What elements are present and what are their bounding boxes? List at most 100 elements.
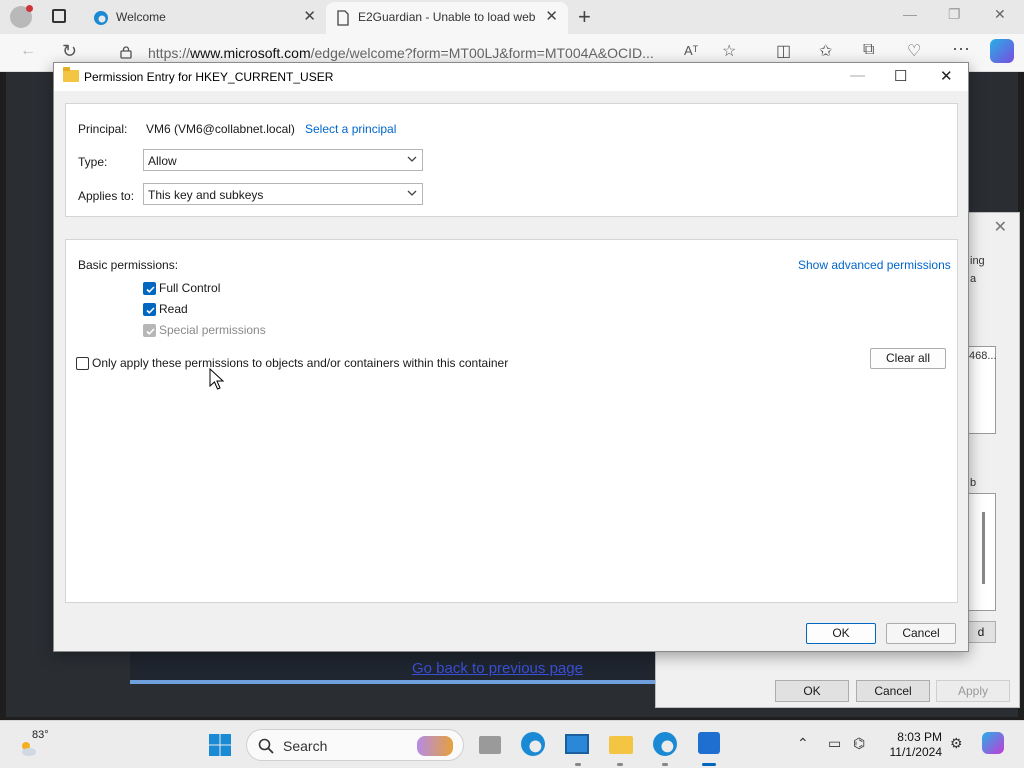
minimize-icon[interactable]: — [850, 67, 865, 84]
edge-taskbar-icon[interactable] [521, 732, 545, 756]
applies-to-value: This key and subkeys [148, 188, 264, 202]
cancel-button[interactable]: Cancel [886, 623, 956, 644]
ok-button[interactable]: OK [775, 680, 849, 702]
permissions-list[interactable] [966, 493, 996, 611]
applies-to-dropdown[interactable]: This key and subkeys [143, 183, 423, 205]
close-window-button[interactable]: ✕ [994, 6, 1006, 23]
performance-icon[interactable]: ♡ [907, 41, 921, 61]
special-permissions-checkbox [143, 324, 156, 337]
advanced-button[interactable]: d [966, 621, 996, 643]
tab-e2guardian[interactable]: E2Guardian - Unable to load web ✕ [326, 2, 568, 34]
close-icon[interactable]: ✕ [940, 67, 953, 85]
tab-title: Welcome [116, 10, 166, 24]
column-fragment: ing [970, 255, 985, 267]
go-back-link[interactable]: Go back to previous page [412, 660, 583, 677]
read-checkbox[interactable] [143, 303, 156, 316]
read-label: Read [159, 302, 188, 316]
tab-title: E2Guardian - Unable to load web [358, 10, 536, 24]
copilot-icon[interactable] [990, 39, 1014, 63]
profile-avatar[interactable] [10, 5, 33, 28]
checkmark-icon [146, 307, 155, 314]
cancel-button[interactable]: Cancel [856, 680, 930, 702]
active-indicator [702, 763, 716, 766]
read-aloud-icon[interactable]: Aᵀ [684, 43, 698, 58]
network-icon[interactable]: ⌬ [853, 735, 865, 752]
full-control-label: Full Control [159, 281, 221, 295]
folder-icon [63, 67, 79, 82]
favorites-icon[interactable]: ✩ [819, 41, 832, 61]
ok-button[interactable]: OK [806, 623, 876, 644]
running-indicator [575, 763, 581, 766]
page-icon [337, 10, 349, 26]
clock[interactable]: 8:03 PM 11/1/2024 [882, 730, 943, 760]
column-fragment: a [970, 273, 977, 285]
new-tab-button[interactable]: + [578, 4, 591, 30]
running-indicator [617, 763, 623, 766]
chevron-up-icon[interactable]: ⌃ [797, 735, 809, 752]
running-indicator [662, 763, 668, 766]
taskbar-search[interactable]: Search [246, 729, 464, 761]
mouse-cursor-icon [209, 368, 225, 390]
close-tab-icon[interactable]: ✕ [303, 2, 316, 32]
maximize-icon[interactable]: ☐ [894, 67, 907, 85]
chevron-down-icon [407, 156, 417, 162]
select-principal-link[interactable]: Select a principal [305, 122, 396, 136]
temperature: 83° [32, 729, 49, 741]
favorite-star-icon[interactable]: ☆ [722, 41, 736, 61]
applies-to-label: Applies to: [78, 189, 135, 203]
page-progress-bar [130, 680, 655, 684]
display-icon[interactable]: ▭ [828, 735, 841, 752]
show-advanced-permissions-link[interactable]: Show advanced permissions [798, 258, 951, 272]
special-permissions-label: Special permissions [159, 323, 266, 337]
principal-panel: Principal: VM6 (VM6@collabnet.local) Sel… [65, 103, 958, 217]
task-view-icon[interactable] [479, 736, 501, 754]
checkmark-icon [146, 328, 155, 335]
split-screen-icon[interactable]: ◫ [776, 41, 791, 61]
registry-editor-icon[interactable] [698, 732, 720, 754]
only-apply-checkbox[interactable] [76, 357, 89, 370]
basic-permissions-label: Basic permissions: [78, 258, 179, 272]
permission-entry-dialog: Permission Entry for HKEY_CURRENT_USER —… [53, 62, 969, 652]
principal-label: Principal: [78, 122, 128, 136]
type-dropdown[interactable]: Allow [143, 149, 423, 171]
full-control-checkbox[interactable] [143, 282, 156, 295]
list-box[interactable]: 468... [966, 346, 997, 434]
search-placeholder: Search [283, 738, 328, 754]
copilot-taskbar-icon[interactable] [982, 732, 1004, 754]
apply-button[interactable]: Apply [936, 680, 1010, 702]
url-text: https://www.microsoft.com/edge/welcome?f… [148, 45, 654, 61]
checkmark-icon [146, 286, 155, 293]
scrollbar-thumb[interactable] [982, 512, 985, 584]
taskbar: 83° Search ⌃ ▭ ⌬ 8:03 PM 11/1/2024 ⚙ [0, 720, 1024, 768]
remote-desktop-icon[interactable] [565, 734, 589, 754]
tab-welcome[interactable]: Welcome ✕ [84, 2, 326, 34]
browser-tab-strip: Welcome ✕ E2Guardian - Unable to load we… [0, 0, 1024, 34]
file-explorer-icon[interactable] [609, 736, 633, 754]
principal-value: VM6 (VM6@collabnet.local) [146, 122, 295, 136]
edge-icon [94, 11, 108, 25]
notification-dot [26, 5, 33, 12]
search-highlight-icon [417, 736, 453, 756]
permissions-panel: Basic permissions: Show advanced permiss… [65, 239, 958, 603]
time: 8:03 PM [897, 730, 942, 744]
tab-actions-icon[interactable] [52, 9, 66, 23]
list-item: 468... [969, 350, 997, 362]
edge-taskbar-icon-2[interactable] [653, 732, 677, 756]
back-icon[interactable]: ← [20, 42, 36, 60]
notification-icon[interactable]: ⚙ [950, 735, 963, 752]
refresh-icon[interactable]: ↻ [62, 41, 77, 62]
collections-icon[interactable]: ⧉ [863, 41, 874, 59]
search-icon [258, 738, 274, 754]
chevron-down-icon [407, 190, 417, 196]
only-apply-label: Only apply these permissions to objects … [92, 356, 509, 370]
windows-start-icon[interactable] [208, 733, 232, 757]
clear-all-button[interactable]: Clear all [870, 348, 946, 369]
more-icon[interactable]: ⋯ [952, 39, 970, 60]
type-value: Allow [148, 154, 177, 168]
type-label: Type: [78, 155, 108, 169]
close-tab-icon[interactable]: ✕ [545, 2, 558, 32]
close-icon[interactable]: ✕ [994, 217, 1007, 237]
restore-button[interactable]: ❐ [948, 6, 961, 23]
minimize-button[interactable]: — [903, 6, 917, 22]
date: 11/1/2024 [889, 745, 943, 759]
